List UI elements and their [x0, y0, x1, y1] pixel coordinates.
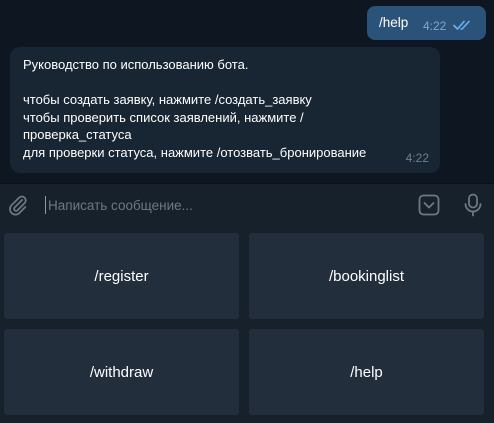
message-line: чтобы проверить список заявлений, нажмит…: [23, 109, 304, 125]
withdraw-button[interactable]: /withdraw: [4, 329, 239, 415]
chat-area: /help 4:22 Руководство по использованию …: [0, 0, 494, 183]
message-line: для проверки статуса, нажмите /отозвать_…: [23, 144, 367, 160]
bookinglist-button[interactable]: /bookinglist: [249, 233, 484, 319]
microphone-icon[interactable]: [463, 193, 483, 217]
incoming-message[interactable]: Руководство по использованию бота. чтобы…: [10, 47, 440, 173]
outgoing-message[interactable]: /help 4:22: [367, 6, 486, 40]
message-line: проверка_статуса: [23, 127, 132, 142]
double-check-icon: [453, 20, 470, 30]
message-composer: [0, 183, 494, 225]
keyboard-toggle-icon[interactable]: [418, 194, 440, 216]
register-button[interactable]: /register: [4, 233, 239, 319]
message-line: Руководство по использованию бота.: [23, 57, 249, 72]
bot-keyboard: /register /bookinglist /withdraw /help: [0, 225, 494, 423]
message-line: чтобы создать заявку, нажмите /создать_з…: [23, 92, 312, 107]
text-cursor: [45, 196, 46, 214]
incoming-message-text: Руководство по использованию бота. чтобы…: [23, 56, 366, 161]
incoming-message-time: 4:22: [405, 151, 429, 165]
outgoing-message-time: 4:22: [423, 19, 447, 33]
message-line: [23, 74, 366, 92]
help-button[interactable]: /help: [249, 329, 484, 415]
message-input[interactable]: [48, 192, 398, 218]
outgoing-message-text: /help: [379, 15, 409, 30]
paperclip-icon[interactable]: [7, 194, 29, 216]
